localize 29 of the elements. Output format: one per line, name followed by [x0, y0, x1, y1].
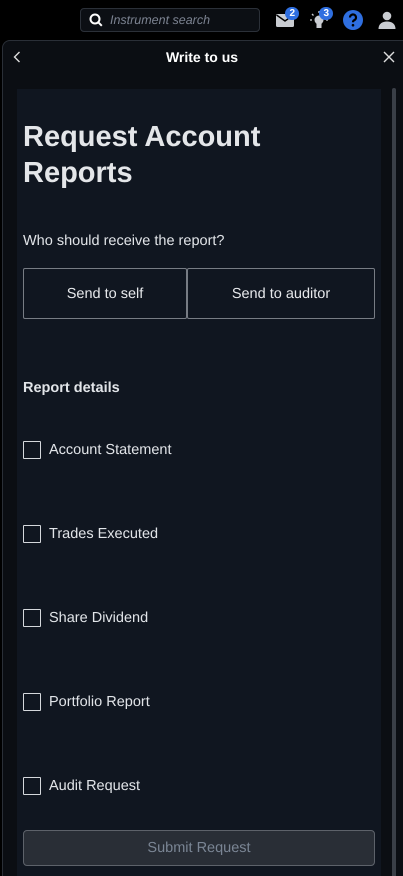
- close-icon: [382, 51, 395, 63]
- dialog-title: Write to us: [166, 49, 238, 65]
- search-icon: [89, 13, 103, 27]
- checkbox[interactable]: [23, 693, 41, 711]
- scrollbar[interactable]: [392, 88, 396, 876]
- question-text: Who should receive the report?: [23, 233, 226, 249]
- search-field[interactable]: Instrument search: [80, 8, 260, 32]
- lightbulb-button[interactable]: 3: [302, 0, 336, 40]
- option-label: Share Dividend: [49, 610, 148, 626]
- option-label: Portfolio Report: [49, 694, 150, 710]
- count-badge: 3: [319, 7, 333, 20]
- form-heading: Request Account Reports: [23, 120, 262, 191]
- option-label: Account Statement: [49, 442, 172, 458]
- checkbox[interactable]: [23, 777, 41, 795]
- checkbox[interactable]: [23, 609, 41, 627]
- user-icon: [378, 11, 396, 29]
- recipient-button[interactable]: Send to self: [23, 268, 187, 319]
- chevron-left-icon: [13, 51, 21, 63]
- envelope-button[interactable]: 2: [268, 0, 302, 40]
- back-button[interactable]: [11, 49, 23, 65]
- close-button[interactable]: [380, 49, 397, 65]
- help-icon: [343, 10, 363, 30]
- checkbox[interactable]: [23, 525, 41, 543]
- section-label: Report details: [23, 380, 121, 396]
- recipient-button[interactable]: Send to auditor: [187, 268, 375, 319]
- option-label: Trades Executed: [49, 526, 158, 542]
- option-label: Audit Request: [49, 778, 140, 794]
- checkbox[interactable]: [23, 441, 41, 459]
- count-badge: 2: [285, 7, 299, 20]
